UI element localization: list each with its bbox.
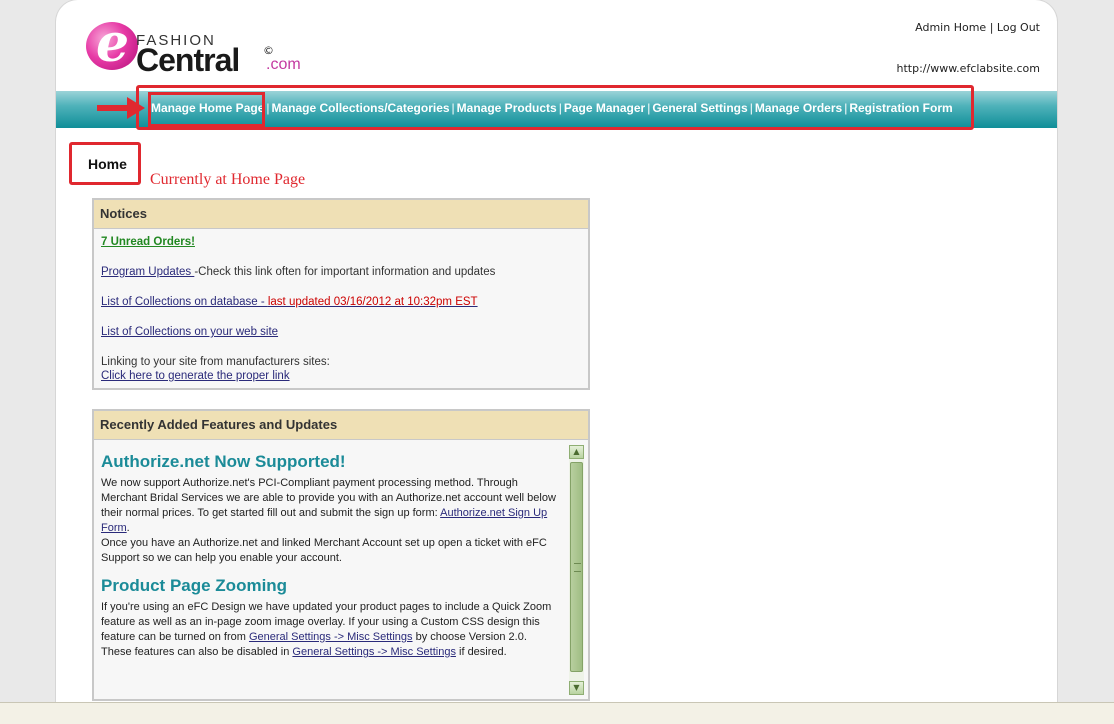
feature-text-authorize: We now support Authorize.net's PCI-Compl… [101, 477, 556, 564]
features-scrollbar[interactable]: ▲ ▼ [569, 445, 584, 695]
program-updates-text: -Check this link often for important inf… [194, 266, 496, 278]
collections-website-link[interactable]: List of Collections on your web site [101, 326, 278, 338]
general-settings-link-2[interactable]: General Settings -> Misc Settings [292, 646, 456, 658]
annotation-arrow-icon [97, 97, 145, 119]
admin-home-link[interactable]: Admin Home [915, 21, 986, 34]
log-out-link[interactable]: Log Out [997, 21, 1040, 34]
general-settings-link-1[interactable]: General Settings -> Misc Settings [249, 631, 413, 643]
logo-central-text: Central [136, 42, 240, 78]
top-links: Admin Home | Log Out [915, 21, 1040, 34]
browser-status-bar [0, 702, 1114, 724]
annotation-home-link-highlight [148, 92, 265, 127]
collections-last-updated: last updated 03/16/2012 at 10:32pm EST [267, 296, 478, 308]
grip-icon [574, 563, 581, 572]
scroll-up-icon[interactable]: ▲ [569, 445, 584, 459]
features-panel: Recently Added Features and Updates Auth… [92, 409, 590, 701]
scroll-down-icon[interactable]: ▼ [569, 681, 584, 695]
efashion-central-logo[interactable]: e FASHION Central © .com [86, 18, 316, 80]
annotation-current-page: Currently at Home Page [150, 171, 306, 188]
collections-database-link[interactable]: List of Collections on database - last u… [101, 296, 478, 308]
notices-panel: Notices 7 Unread Orders! Program Updates… [92, 198, 590, 390]
admin-page: e FASHION Central © .com Admin Home | Lo… [56, 0, 1057, 723]
features-heading: Recently Added Features and Updates [94, 411, 588, 440]
feature-title-authorize: Authorize.net Now Supported! [101, 452, 346, 471]
site-url: http://www.efclabsite.com [896, 62, 1041, 75]
scroll-thumb[interactable] [570, 462, 583, 672]
generate-link[interactable]: Click here to generate the proper link [101, 370, 290, 382]
page-title: Home [88, 156, 127, 172]
feature-text-zooming: If you're using an eFC Design we have up… [101, 601, 552, 658]
notices-body: 7 Unread Orders! Program Updates -Check … [94, 229, 588, 389]
feature-title-zooming: Product Page Zooming [101, 576, 288, 595]
logo-com-text: .com [266, 56, 301, 73]
unread-orders-link[interactable]: 7 Unread Orders! [101, 236, 195, 248]
notices-heading: Notices [94, 200, 588, 229]
collections-database-label: List of Collections on database - [101, 296, 268, 308]
top-links-separator: | [989, 21, 994, 34]
features-body: Authorize.net Now Supported! We now supp… [94, 440, 588, 660]
logo-e-badge: e [86, 18, 138, 70]
program-updates-link[interactable]: Program Updates [101, 266, 194, 278]
linking-text: Linking to your site from manufacturers … [101, 356, 330, 368]
